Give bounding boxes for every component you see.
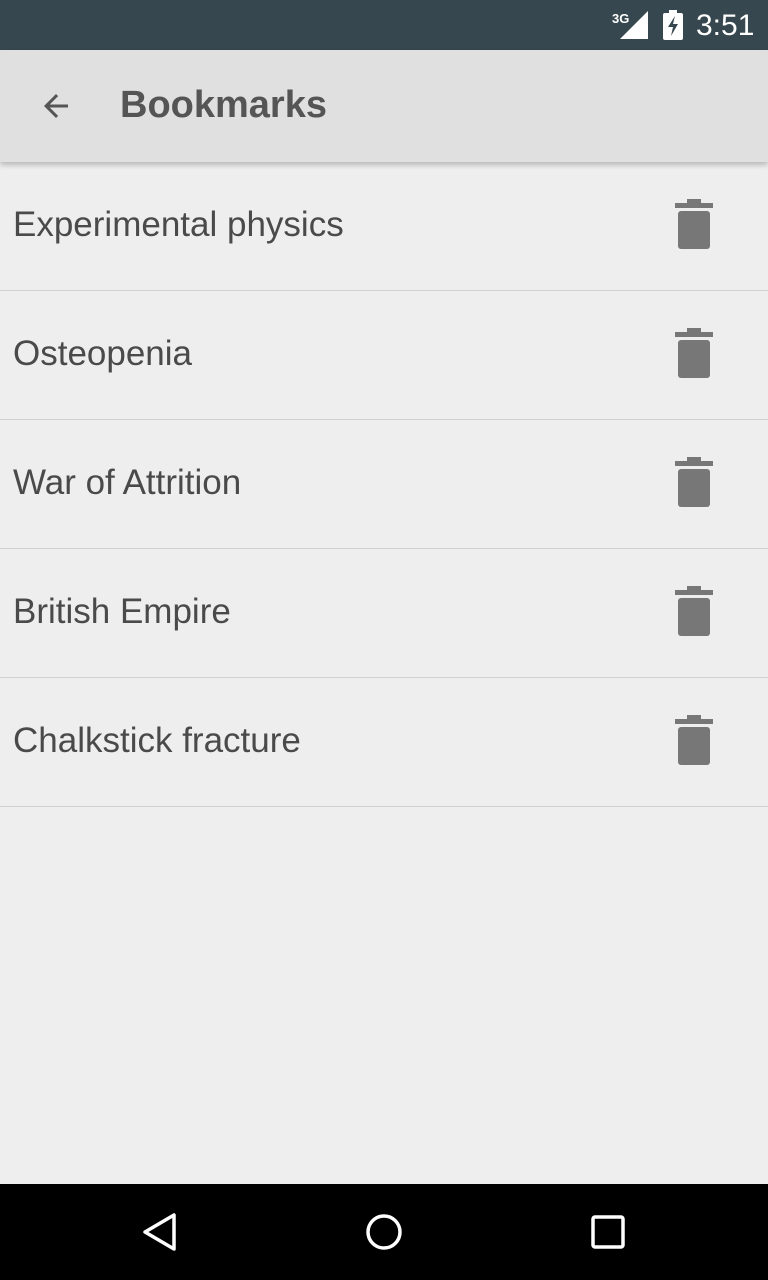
recents-square-icon xyxy=(591,1215,625,1249)
page-title: Bookmarks xyxy=(120,84,327,126)
bookmark-title[interactable]: Experimental physics xyxy=(13,205,344,245)
arrow-back-icon xyxy=(44,94,68,118)
bookmark-title[interactable]: Osteopenia xyxy=(13,334,192,374)
nav-recents-button[interactable] xyxy=(576,1204,640,1260)
trash-icon xyxy=(675,586,713,636)
list-item[interactable]: Experimental physics xyxy=(0,162,768,291)
network-indicator: 3G xyxy=(612,11,650,41)
battery-charging-icon xyxy=(662,10,684,45)
back-button[interactable] xyxy=(24,78,88,134)
status-bar: 3G 3:51 xyxy=(0,0,768,50)
signal-icon xyxy=(620,11,648,39)
delete-bookmark-button[interactable] xyxy=(662,321,726,385)
bookmark-list: Experimental physics Osteopenia War of A… xyxy=(0,162,768,807)
delete-bookmark-button[interactable] xyxy=(662,192,726,256)
delete-bookmark-button[interactable] xyxy=(662,579,726,643)
home-circle-icon xyxy=(366,1214,402,1250)
bookmark-title[interactable]: War of Attrition xyxy=(13,463,241,503)
trash-icon xyxy=(675,328,713,378)
delete-bookmark-button[interactable] xyxy=(662,450,726,514)
list-item[interactable]: Osteopenia xyxy=(0,291,768,420)
app-bar: Bookmarks xyxy=(0,50,768,162)
system-nav-bar xyxy=(0,1184,768,1280)
delete-bookmark-button[interactable] xyxy=(662,708,726,772)
trash-icon xyxy=(675,715,713,765)
nav-back-button[interactable] xyxy=(128,1204,192,1260)
trash-icon xyxy=(675,457,713,507)
trash-icon xyxy=(675,199,713,249)
clock: 3:51 xyxy=(696,9,755,42)
list-item[interactable]: British Empire xyxy=(0,549,768,678)
bookmark-title[interactable]: Chalkstick fracture xyxy=(13,721,301,761)
list-item[interactable]: War of Attrition xyxy=(0,420,768,549)
bookmark-title[interactable]: British Empire xyxy=(13,592,231,632)
nav-home-button[interactable] xyxy=(352,1204,416,1260)
list-item[interactable]: Chalkstick fracture xyxy=(0,678,768,807)
back-triangle-icon xyxy=(143,1213,176,1251)
